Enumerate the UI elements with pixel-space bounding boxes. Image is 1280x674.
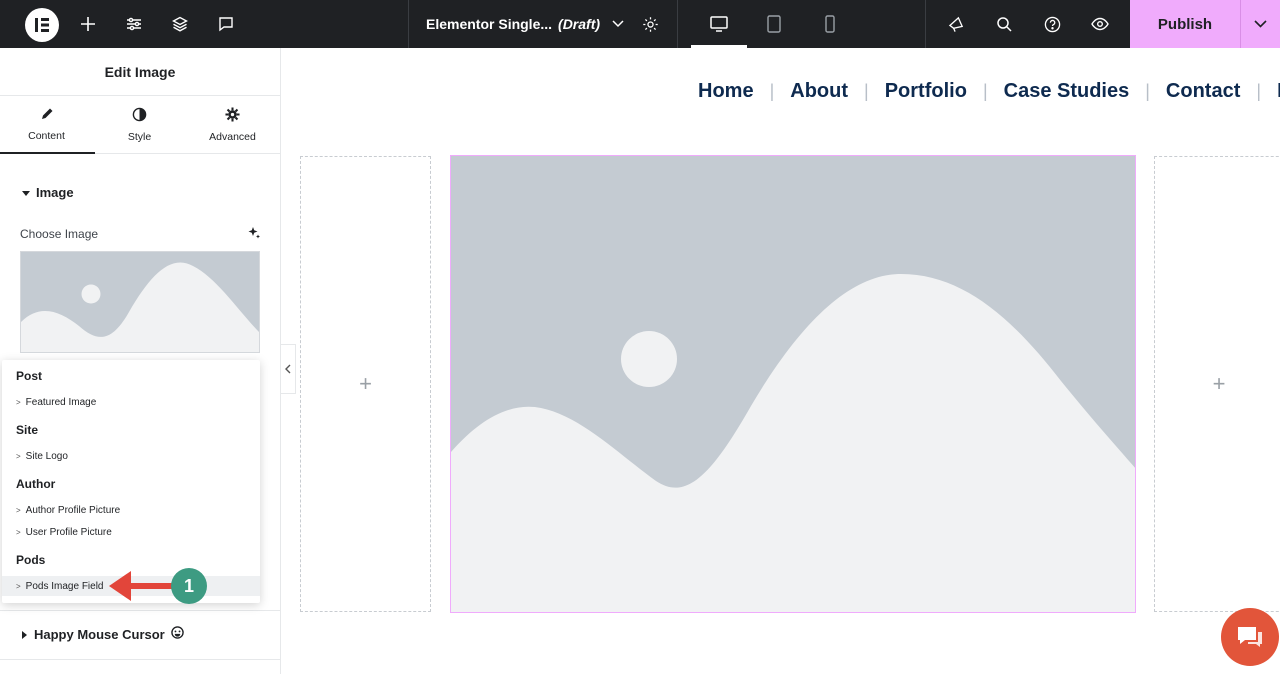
happy-addons-icon <box>170 626 184 642</box>
chevron-right-icon: > <box>16 527 21 537</box>
selected-image-widget[interactable] <box>450 155 1136 613</box>
chevron-right-icon: > <box>16 581 21 591</box>
panel-tabs: Content Style Advanced <box>0 96 280 154</box>
nav-separator: | <box>769 81 775 101</box>
toolbar-divider <box>925 0 926 48</box>
nav-separator: | <box>1145 81 1150 101</box>
dropdown-item-label: User Profile Picture <box>25 526 112 538</box>
choose-image-label: Choose Image <box>20 227 99 241</box>
nav-separator: | <box>1256 81 1262 101</box>
add-widget-plus-icon[interactable]: + <box>1213 371 1226 397</box>
half-circle-icon <box>132 107 147 125</box>
document-title-text: Elementor Single... <box>426 16 553 32</box>
dropdown-item-label: Pods Image Field <box>25 580 104 592</box>
dropdown-item-featured-image[interactable]: > Featured Image <box>2 392 260 412</box>
dropdown-item-user-profile-picture[interactable]: > User Profile Picture <box>2 522 260 542</box>
pencil-icon <box>40 107 54 124</box>
publish-options-chevron-icon[interactable] <box>1240 0 1280 48</box>
tab-content-label: Content <box>28 130 65 142</box>
desktop-view-icon[interactable] <box>705 0 733 48</box>
chat-support-icon[interactable] <box>1221 608 1279 666</box>
chevron-right-icon: > <box>16 451 21 461</box>
nav-item-home[interactable]: Home <box>698 80 754 103</box>
annotation-arrow-icon <box>109 571 177 601</box>
nav-separator: | <box>982 81 988 101</box>
mobile-view-icon[interactable] <box>818 0 842 48</box>
help-icon[interactable] <box>1040 0 1064 48</box>
nav-separator: | <box>864 81 869 101</box>
divider <box>0 659 281 660</box>
nav-item-about[interactable]: About <box>790 80 848 103</box>
dropdown-group-site: Site <box>16 423 39 437</box>
dropdown-item-site-logo[interactable]: > Site Logo <box>2 446 260 466</box>
dropdown-item-author-profile-picture[interactable]: > Author Profile Picture <box>2 500 260 520</box>
tab-advanced-label: Advanced <box>209 130 256 143</box>
document-status: (Draft) <box>558 16 601 32</box>
tab-style[interactable]: Style <box>93 96 186 153</box>
top-bar: Elementor Single... (Draft) Publish <box>0 0 1280 48</box>
empty-column-left[interactable]: + <box>300 156 431 612</box>
empty-column-right[interactable]: + <box>1154 156 1280 612</box>
caret-right-icon <box>22 627 28 642</box>
search-icon[interactable] <box>992 0 1016 48</box>
chevron-down-icon <box>612 20 624 28</box>
dynamic-tags-dropdown: Post > Featured Image Site > Site Logo A… <box>2 360 260 603</box>
happy-mouse-cursor-label: Happy Mouse Cursor <box>34 626 165 642</box>
dropdown-group-author: Author <box>16 477 56 491</box>
elementor-logo-icon[interactable] <box>25 8 59 42</box>
image-picker-thumbnail[interactable] <box>20 251 260 353</box>
divider <box>0 610 281 611</box>
tab-advanced[interactable]: Advanced <box>186 96 279 153</box>
page-settings-gear-icon[interactable] <box>638 0 662 48</box>
tab-style-label: Style <box>127 130 152 143</box>
site-navigation: Home | About | Portfolio | Case Studies … <box>698 80 1280 103</box>
caret-down-icon <box>22 185 30 200</box>
panel-title: Edit Image <box>0 48 280 96</box>
gear-icon <box>225 106 240 125</box>
notifications-megaphone-icon[interactable] <box>944 0 968 48</box>
nav-item-portfolio[interactable]: Portfolio <box>885 80 967 103</box>
add-element-icon[interactable] <box>76 0 100 48</box>
image-placeholder-icon <box>451 156 1135 612</box>
nav-item-contact[interactable]: Contact <box>1166 80 1240 103</box>
add-widget-plus-icon[interactable]: + <box>359 371 372 397</box>
dropdown-group-pods: Pods <box>16 553 46 567</box>
tab-content[interactable]: Content <box>0 96 93 153</box>
active-tab-indicator <box>0 152 95 154</box>
desktop-view-active-indicator <box>691 45 747 48</box>
tablet-view-icon[interactable] <box>762 0 786 48</box>
publish-button[interactable]: Publish <box>1130 0 1240 48</box>
image-placeholder-icon <box>21 252 259 352</box>
dropdown-item-label: Featured Image <box>25 396 97 408</box>
image-section-toggle[interactable]: Image <box>22 185 74 200</box>
site-settings-icon[interactable] <box>122 0 146 48</box>
dropdown-group-post: Post <box>16 369 43 383</box>
dropdown-item-label: Site Logo <box>25 450 68 462</box>
dropdown-item-label: Author Profile Picture <box>25 504 121 516</box>
preview-eye-icon[interactable] <box>1088 0 1112 48</box>
collapse-panel-chevron-icon[interactable] <box>281 344 296 394</box>
layers-icon[interactable] <box>168 0 192 48</box>
nav-item-case-studies[interactable]: Case Studies <box>1004 80 1130 103</box>
comments-icon[interactable] <box>214 0 238 48</box>
chevron-right-icon: > <box>16 505 21 515</box>
step-badge: 1 <box>171 568 207 604</box>
ai-sparkle-icon[interactable] <box>247 226 261 245</box>
image-section-title: Image <box>36 185 74 200</box>
chevron-right-icon: > <box>16 397 21 407</box>
happy-mouse-cursor-section-toggle[interactable]: Happy Mouse Cursor <box>22 626 184 642</box>
